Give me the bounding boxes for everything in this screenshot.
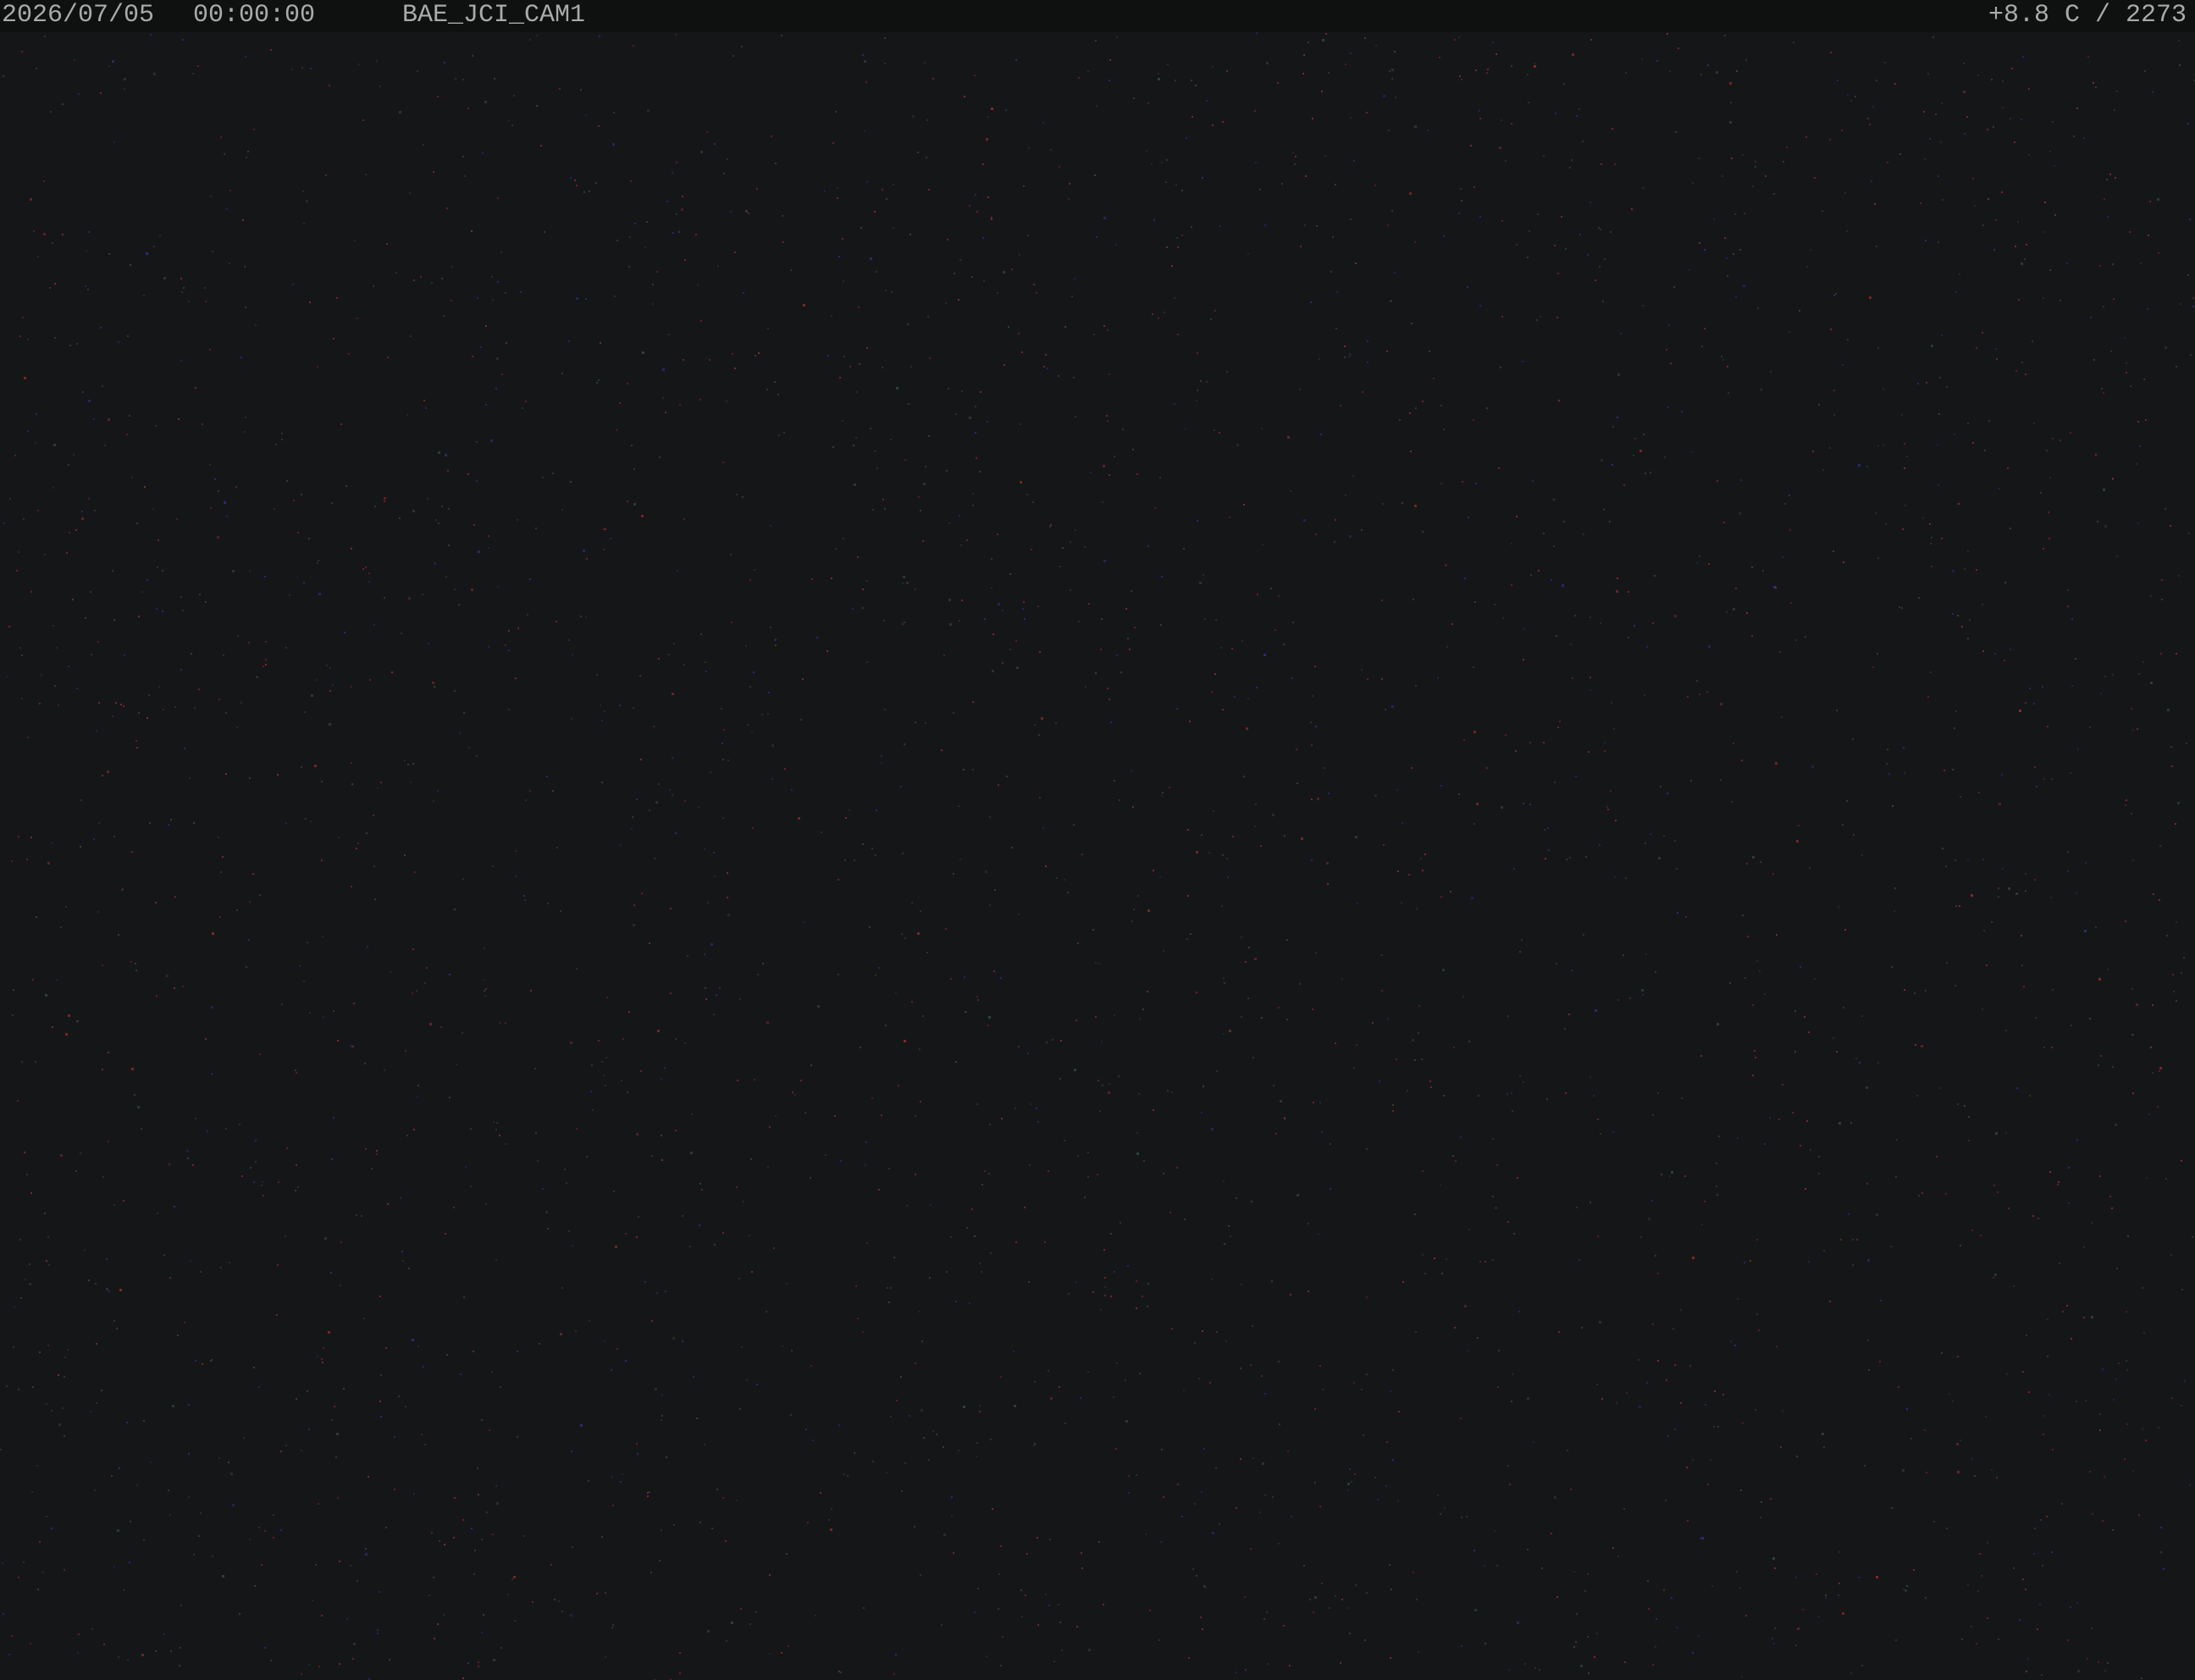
sensor-noise-image [0, 32, 2195, 1680]
osd-date: 2026/07/05 [2, 1, 155, 30]
osd-camera-name: BAE_JCI_CAM1 [402, 1, 586, 30]
osd-temperature-readout: +8.8 C / 2273 [1988, 1, 2187, 30]
camera-frame: 2026/07/05 00:00:00 BAE_JCI_CAM1 +8.8 C … [0, 0, 2195, 1680]
osd-overlay-bar: 2026/07/05 00:00:00 BAE_JCI_CAM1 +8.8 C … [0, 0, 2195, 32]
osd-time: 00:00:00 [193, 1, 316, 30]
